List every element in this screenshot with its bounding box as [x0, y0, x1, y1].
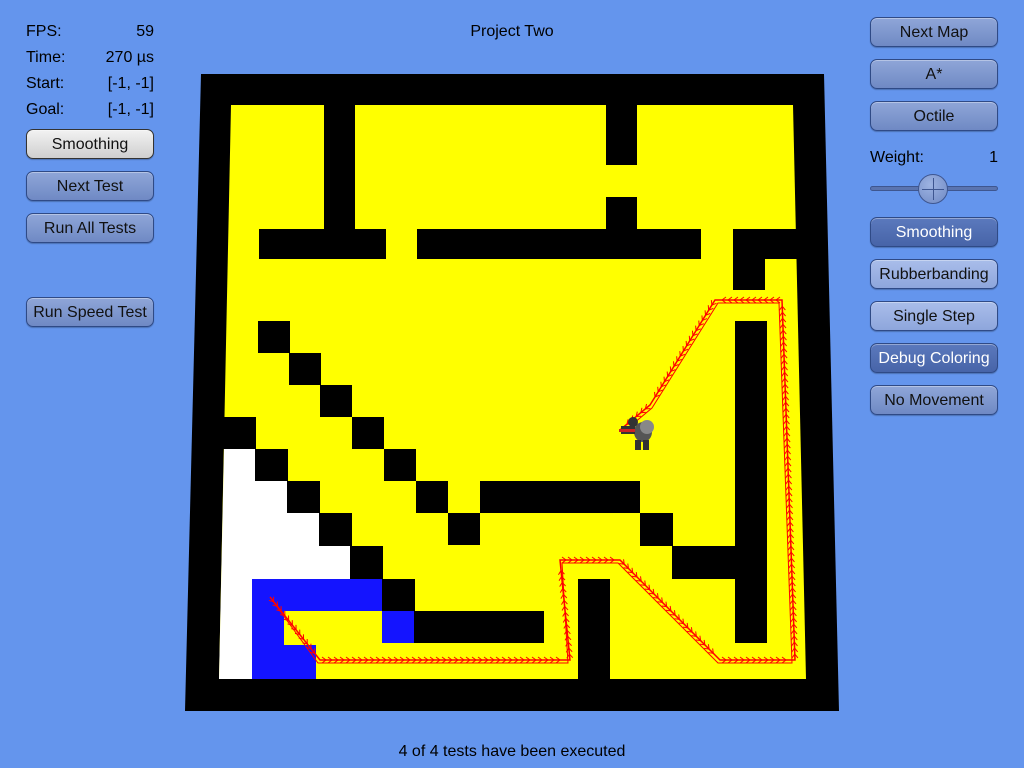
rubberbanding-button[interactable]: Rubberbanding	[870, 259, 998, 289]
single-step-button[interactable]: Single Step	[870, 301, 998, 331]
weight-value: 1	[989, 149, 998, 166]
debug-coloring-button[interactable]: Debug Coloring	[870, 343, 998, 373]
smoothing-button-right[interactable]: Smoothing	[870, 217, 998, 247]
weight-slider-thumb[interactable]	[918, 174, 948, 204]
algorithm-button[interactable]: A*	[870, 59, 998, 89]
next-map-button[interactable]: Next Map	[870, 17, 998, 47]
status-text: 4 of 4 tests have been executed	[398, 743, 626, 760]
heuristic-button[interactable]: Octile	[870, 101, 998, 131]
weight-label: Weight:	[870, 149, 924, 166]
no-movement-button[interactable]: No Movement	[870, 385, 998, 415]
